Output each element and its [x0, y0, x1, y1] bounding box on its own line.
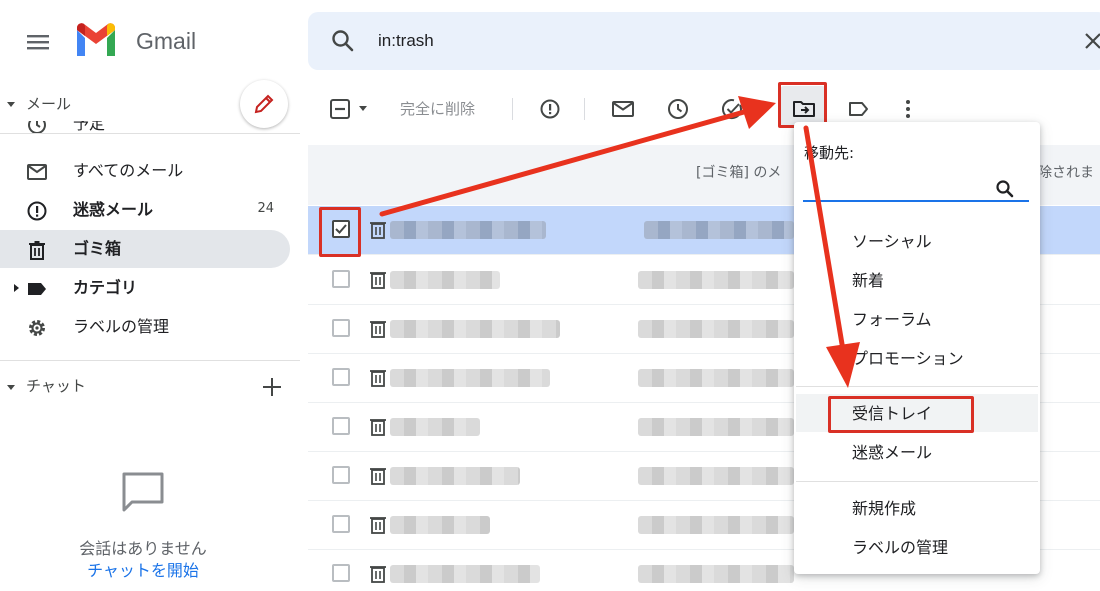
- gmail-window: Gmail in:trash メール 予定 すべてのメール 迷惑メール 24 ゴ…: [0, 0, 1100, 591]
- annotation-arrow-to-inbox: [803, 125, 860, 388]
- annotation-arrow-to-move-button: [379, 96, 776, 217]
- annotation-arrows: [379, 96, 860, 388]
